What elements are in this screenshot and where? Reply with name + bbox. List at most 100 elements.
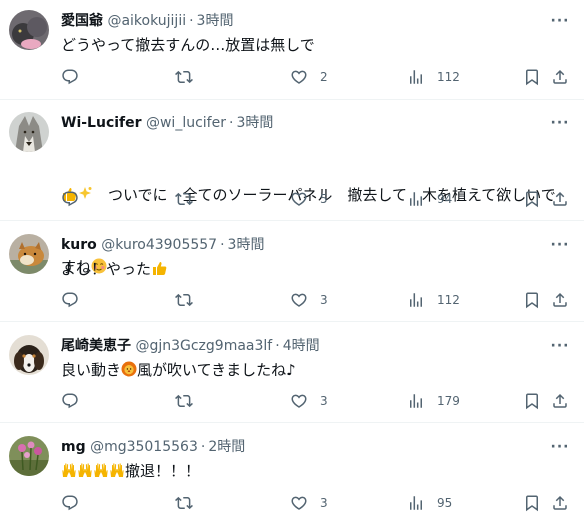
views-button[interactable]: 179 bbox=[407, 391, 460, 411]
share-icon bbox=[551, 494, 569, 512]
retweet-button[interactable] bbox=[175, 493, 193, 513]
separator-dot: · bbox=[228, 115, 234, 131]
reply-item[interactable]: Wi-Lucifer @wi_lucifer · 3時間 ··· ついでに 全てのソ… bbox=[0, 100, 584, 276]
action-bar: 2 112 bbox=[61, 67, 565, 87]
views-icon bbox=[407, 494, 425, 512]
bookmark-button[interactable] bbox=[523, 67, 541, 87]
retweet-button[interactable] bbox=[175, 67, 193, 87]
action-bar: 3 112 bbox=[61, 290, 565, 310]
display-name[interactable]: 愛国爺 bbox=[61, 13, 103, 29]
reply-item[interactable]: kuro @kuro43905557 · 3時間 ··· よし！やった 3 112 bbox=[0, 221, 584, 322]
reply-text: ついでに 全てのソーラーパネル 撤去して 木を植えて欲しいで すね bbox=[61, 135, 568, 276]
retweet-button[interactable] bbox=[175, 391, 193, 411]
bookmark-icon bbox=[523, 291, 541, 309]
bookmark-icon bbox=[523, 494, 541, 512]
bookmark-button[interactable] bbox=[523, 391, 541, 411]
like-button[interactable]: 2 bbox=[290, 67, 328, 87]
avatar[interactable] bbox=[9, 335, 49, 375]
share-button[interactable] bbox=[551, 493, 569, 513]
reply-button[interactable] bbox=[61, 67, 79, 87]
share-button[interactable] bbox=[551, 189, 569, 209]
like-count: 3 bbox=[320, 394, 328, 408]
display-name[interactable]: Wi-Lucifer bbox=[61, 115, 142, 131]
reply-text-line: 良い動き bbox=[61, 361, 122, 379]
avatar[interactable] bbox=[9, 436, 49, 476]
separator-dot: · bbox=[220, 237, 225, 253]
reply-button[interactable] bbox=[61, 391, 79, 411]
retweet-icon bbox=[175, 190, 193, 208]
raising-hands-icon bbox=[109, 462, 125, 478]
user-handle[interactable]: @mg35015563 bbox=[90, 439, 198, 455]
bookmark-button[interactable] bbox=[523, 189, 541, 209]
like-icon bbox=[290, 392, 308, 410]
display-name[interactable]: kuro bbox=[61, 237, 97, 253]
more-options-button[interactable]: ··· bbox=[550, 339, 570, 359]
views-button[interactable]: 95 bbox=[407, 493, 452, 513]
reply-text: よし！やった bbox=[61, 257, 568, 281]
views-count: 112 bbox=[437, 293, 460, 307]
reply-text: どうやって撤去すんの…放置は無しで bbox=[61, 36, 315, 54]
avatar[interactable] bbox=[9, 10, 49, 50]
views-count: 94 bbox=[437, 192, 453, 206]
action-bar: 3 179 bbox=[61, 391, 565, 411]
reply-button[interactable] bbox=[61, 189, 79, 209]
timestamp[interactable]: 3時間 bbox=[236, 115, 273, 131]
bookmark-icon bbox=[523, 392, 541, 410]
display-name[interactable]: mg bbox=[61, 439, 86, 455]
reply-text-line: よし！やった bbox=[61, 260, 152, 278]
views-count: 95 bbox=[437, 496, 453, 510]
reply-button[interactable] bbox=[61, 290, 79, 310]
retweet-icon bbox=[175, 392, 193, 410]
action-bar: 5 94 bbox=[61, 189, 565, 209]
timestamp[interactable]: 3時間 bbox=[228, 237, 265, 253]
reply-item[interactable]: mg @mg35015563 · 2時間 ··· 撤退！！！ 3 95 bbox=[0, 423, 584, 522]
reply-icon bbox=[61, 494, 79, 512]
like-button[interactable]: 3 bbox=[290, 391, 328, 411]
views-button[interactable]: 112 bbox=[407, 67, 460, 87]
timestamp[interactable]: 4時間 bbox=[283, 338, 320, 354]
like-count: 3 bbox=[320, 293, 328, 307]
retweet-icon bbox=[175, 291, 193, 309]
retweet-button[interactable] bbox=[175, 189, 193, 209]
user-handle[interactable]: @aikokujijii bbox=[107, 13, 186, 29]
views-count: 112 bbox=[437, 70, 460, 84]
more-options-button[interactable]: ··· bbox=[550, 440, 570, 460]
timestamp[interactable]: 2時間 bbox=[208, 439, 245, 455]
like-icon bbox=[290, 68, 308, 86]
share-button[interactable] bbox=[551, 391, 569, 411]
reply-text: 撤退！！！ bbox=[61, 459, 568, 483]
reply-button[interactable] bbox=[61, 493, 79, 513]
bookmark-button[interactable] bbox=[523, 290, 541, 310]
reply-icon bbox=[61, 68, 79, 86]
retweet-button[interactable] bbox=[175, 290, 193, 310]
user-handle[interactable]: @kuro43905557 bbox=[101, 237, 217, 253]
reply-item[interactable]: 愛国爺 @aikokujijii · 3時間 ··· どうやって撤去すんの…放置は無… bbox=[0, 0, 584, 100]
bookmark-button[interactable] bbox=[523, 493, 541, 513]
share-icon bbox=[551, 68, 569, 86]
more-options-button[interactable]: ··· bbox=[550, 116, 570, 136]
raising-hands-icon bbox=[77, 462, 93, 478]
display-name[interactable]: 尾崎美恵子 bbox=[61, 338, 131, 354]
more-options-button[interactable]: ··· bbox=[550, 238, 570, 258]
user-handle[interactable]: @wi_lucifer bbox=[146, 115, 226, 131]
like-count: 2 bbox=[320, 70, 328, 84]
views-button[interactable]: 112 bbox=[407, 290, 460, 310]
avatar[interactable] bbox=[9, 234, 49, 274]
views-button[interactable]: 94 bbox=[407, 189, 452, 209]
timestamp[interactable]: 3時間 bbox=[197, 13, 234, 29]
like-count: 5 bbox=[320, 192, 328, 206]
separator-dot: · bbox=[200, 439, 206, 455]
like-button[interactable]: 3 bbox=[290, 493, 328, 513]
user-handle[interactable]: @gjn3Gczg9maa3lf bbox=[135, 338, 272, 354]
reply-item[interactable]: 尾崎美恵子 @gjn3Gczg9maa3lf · 4時間 ··· 良い動き 風が吹いて… bbox=[0, 322, 584, 423]
thumbs-up-icon bbox=[151, 260, 167, 276]
more-options-button[interactable]: ··· bbox=[550, 14, 570, 34]
like-icon bbox=[290, 494, 308, 512]
like-button[interactable]: 3 bbox=[290, 290, 328, 310]
share-button[interactable] bbox=[551, 290, 569, 310]
avatar[interactable] bbox=[9, 112, 49, 152]
share-icon bbox=[551, 392, 569, 410]
share-button[interactable] bbox=[551, 67, 569, 87]
retweet-icon bbox=[175, 494, 193, 512]
like-button[interactable]: 5 bbox=[290, 189, 328, 209]
